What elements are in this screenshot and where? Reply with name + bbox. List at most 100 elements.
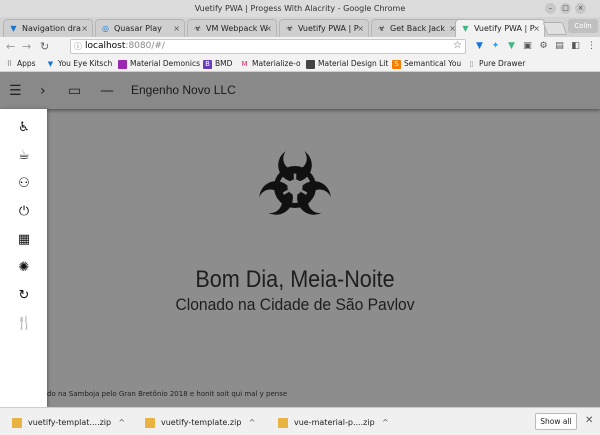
browser-toolbar: ← → ↻ ⓘ localhost:8080/#/ ☆ ▼ ✦ ▼ ▣ ⚙ ▤ … [0, 37, 600, 56]
biohazard-icon: ☣ [285, 24, 294, 33]
bookmark-semantical-you[interactable]: S Semantical You [392, 58, 461, 70]
camera-iris-icon[interactable]: ✺ [16, 260, 32, 276]
zip-file-icon [278, 418, 288, 428]
close-window-button[interactable]: × [575, 3, 586, 14]
vue-icon: ▼ [462, 24, 469, 33]
tab-label: Vuetify PWA | P [474, 24, 535, 33]
power-icon[interactable]: ⏻ [16, 204, 32, 220]
semantic-icon: S [392, 60, 401, 69]
bike-icon[interactable]: ⚇ [16, 176, 32, 192]
footer-text: do na Samboja pelo Gran Bretônio 2018 e … [47, 390, 288, 398]
tab-label: Quasar Play [114, 24, 162, 33]
bookmark-label: Semantical You [404, 59, 462, 68]
download-item[interactable]: vuetify-templat....zip ^ [12, 416, 125, 430]
download-filename: vuetify-template.zip [161, 418, 242, 427]
download-filename: vuetify-templat....zip [28, 418, 112, 427]
bookmark-label: Pure Drawer [479, 59, 526, 68]
bookmark-star-icon[interactable]: ☆ [453, 39, 462, 52]
address-bar[interactable]: ⓘ localhost:8080/#/ ☆ [70, 39, 466, 54]
app-toolbar: ☰ › ▭ — Engenho Novo LLC [0, 73, 600, 109]
chevron-right-icon[interactable]: › [40, 82, 46, 100]
hero-subheading: Clonado na Cidade de São Pavlov [175, 295, 415, 314]
coffee-icon[interactable]: ☕ [16, 148, 32, 164]
menu-icon[interactable]: ⋮ [586, 41, 597, 52]
bookmark-material-demonics[interactable]: Material Demonics [118, 58, 200, 70]
address-host: localhost [85, 41, 126, 51]
close-tab-icon[interactable]: × [81, 20, 88, 37]
tab-vuetify-pwa-active[interactable]: ▼ Vuetify PWA | P × [455, 19, 545, 37]
accessibility-icon[interactable]: ♿ [16, 120, 32, 136]
hero-heading: Bom Dia, Meia-Noite [195, 266, 395, 293]
close-tab-icon[interactable]: × [173, 20, 180, 37]
biohazard-logo-icon [258, 146, 332, 215]
address-path: :8080/#/ [125, 41, 165, 51]
forward-icon[interactable]: → [22, 40, 31, 53]
tab-quasar-play[interactable]: ◎ Quasar Play × [95, 19, 185, 37]
close-tab-icon[interactable]: × [533, 20, 540, 37]
bookmarks-bar: ⠿ Apps ▼ You Eye Kitsch Material Demonic… [0, 56, 600, 72]
business-icon[interactable]: ▦ [16, 232, 32, 248]
quasar-icon: ◎ [102, 24, 109, 33]
extension-icon[interactable]: ▣ [522, 41, 533, 52]
back-icon[interactable]: ← [6, 40, 15, 53]
hamburger-menu-icon[interactable]: ☰ [9, 82, 22, 100]
tab-navigation-drawer[interactable]: ▼ Navigation dra × [3, 19, 93, 37]
show-all-button[interactable]: Show all [535, 413, 577, 430]
chevron-up-icon[interactable]: ^ [118, 416, 125, 430]
vue-devtools-icon[interactable]: ▼ [506, 41, 517, 52]
bookmark-apps[interactable]: ⠿ Apps [5, 58, 36, 70]
bookmark-label: Materialize-o [252, 59, 301, 68]
navigation-drawer: ♿ ☕ ⚇ ⏻ ▦ ✺ ↻ 🍴 [0, 109, 47, 407]
profile-button[interactable]: Colin [568, 19, 598, 33]
close-icon[interactable]: ✕ [585, 415, 593, 426]
downloads-bar: vuetify-templat....zip ^ vuetify-templat… [0, 407, 600, 435]
info-icon[interactable]: ⓘ [74, 40, 82, 53]
tab-strip: ▼ Navigation dra × ◎ Quasar Play × ☣ VM … [0, 17, 600, 37]
vuetify-icon: ▼ [10, 24, 17, 33]
bmd-icon: B [203, 60, 212, 69]
twitter-extension-icon[interactable]: ✦ [490, 41, 501, 52]
profile-label: Colin [574, 22, 592, 30]
rotate-360-icon[interactable]: ↻ [16, 288, 32, 304]
bookmark-label: BMD [215, 59, 233, 68]
tab-get-back-jack[interactable]: ☣ Get Back Jack × [371, 19, 461, 37]
tab-vm-webpack[interactable]: ☣ VM Webpack W × [187, 19, 277, 37]
apps-grid-icon: ⠿ [6, 60, 13, 68]
chevron-up-icon[interactable]: ^ [382, 416, 389, 430]
bookmark-pure-drawer[interactable]: ▯ Pure Drawer [467, 58, 526, 70]
download-filename: vue-material-p....zip [294, 418, 375, 427]
bookmark-material-design-lite[interactable]: Material Design Lit [306, 58, 388, 70]
bookmark-label: Apps [17, 59, 36, 68]
bookmark-bmd[interactable]: B BMD [203, 58, 232, 70]
tab-vuetify-pwa[interactable]: ☣ Vuetify PWA | P × [279, 19, 369, 37]
biohazard-icon: ☣ [377, 24, 386, 33]
close-tab-icon[interactable]: × [357, 20, 364, 37]
new-tab-button[interactable] [542, 22, 568, 35]
extension-icon[interactable]: ⚙ [538, 41, 549, 52]
web-icon[interactable]: ▭ [68, 82, 81, 100]
tab-label: Vuetify PWA | P [298, 24, 359, 33]
download-item[interactable]: vuetify-template.zip ^ [145, 416, 255, 430]
bookmark-you-eye-kitsch[interactable]: ▼ You Eye Kitsch [46, 58, 112, 70]
vuetify-extension-icon[interactable]: ▼ [474, 41, 485, 52]
bookmark-label: You Eye Kitsch [58, 59, 113, 68]
close-tab-icon[interactable]: × [265, 20, 272, 37]
minus-icon[interactable]: — [100, 82, 114, 100]
bookmark-materialize[interactable]: M Materialize-o [240, 58, 301, 70]
material-lite-icon [306, 60, 315, 69]
main-content: Bom Dia, Meia-Noite Clonado na Cidade de… [47, 109, 600, 407]
extension-icon[interactable]: ◧ [570, 41, 581, 52]
material-icon [118, 60, 127, 69]
chevron-up-icon[interactable]: ^ [249, 416, 256, 430]
reload-icon[interactable]: ↻ [40, 40, 49, 53]
zip-file-icon [12, 418, 22, 428]
minimize-button[interactable]: – [545, 3, 556, 14]
maximize-button[interactable]: □ [560, 3, 571, 14]
extension-icon[interactable]: ▤ [554, 41, 565, 52]
restaurant-icon[interactable]: 🍴 [16, 316, 32, 332]
vuetify-icon: ▼ [47, 60, 54, 68]
download-item[interactable]: vue-material-p....zip ^ [278, 416, 389, 430]
tab-label: Navigation dra [22, 24, 81, 33]
biohazard-icon: ☣ [193, 24, 202, 33]
bookmark-label: Material Design Lit [318, 59, 389, 68]
